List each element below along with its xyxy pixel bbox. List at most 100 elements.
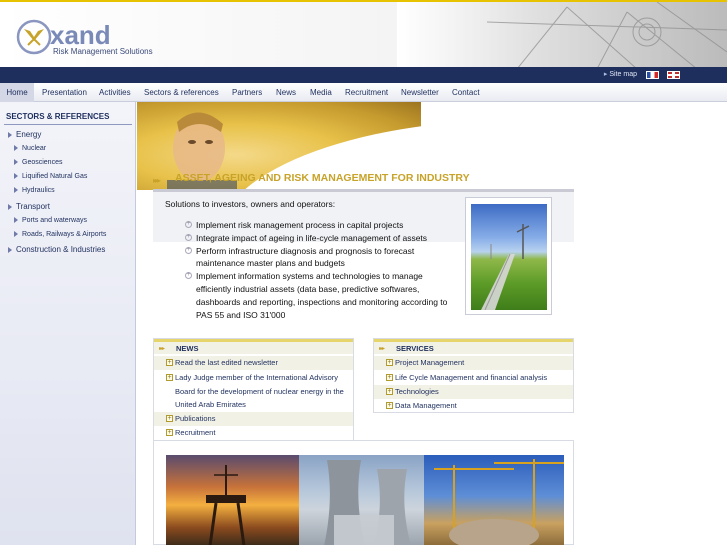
triple-arrow-icon: ▸▸▸ <box>159 346 165 352</box>
list-item: + Perform infrastructure diagnosis and pr… <box>185 245 460 271</box>
triangle-right-icon <box>8 203 12 210</box>
arrow-icon: ▸ <box>603 71 608 78</box>
intro-text: Solutions to investors, owners and opera… <box>165 199 336 209</box>
services-box: ▸▸▸ SERVICES + Project Management + Life C… <box>373 338 574 413</box>
service-item-life-cycle[interactable]: + Life Cycle Management and financial ana… <box>374 371 573 385</box>
pipeline-photo-frame <box>465 197 552 315</box>
solutions-list: + Implement risk management process in ca… <box>185 219 460 321</box>
triangle-right-icon <box>14 231 18 238</box>
news-item-text: Lady Judge member of the International A… <box>175 373 344 409</box>
news-box: ▸▸▸ NEWS + Read the last edited newslette… <box>153 338 354 441</box>
utility-bar: ▸ Site map <box>0 67 727 83</box>
sidebar-item-roads[interactable]: Roads, Railways & Airports <box>14 231 106 238</box>
list-item-text: Implement risk management process in cap… <box>196 220 404 230</box>
nav-news[interactable]: News <box>276 83 296 102</box>
logo-wordmark: xand <box>50 20 111 50</box>
services-box-header: ▸▸▸ SERVICES <box>374 339 573 354</box>
sidebar-title: SECTORS & REFERENCES <box>6 112 110 121</box>
plus-icon: + <box>166 429 173 436</box>
news-item-recruitment[interactable]: + Recruitment <box>154 426 353 440</box>
oil-platform-photo <box>166 455 306 545</box>
sidebar-item-label: Ports and waterways <box>22 217 87 224</box>
logo-mark-icon <box>16 19 52 55</box>
sidebar-item-geosciences[interactable]: Geosciences <box>14 159 62 166</box>
logo-tagline: Risk Management Solutions <box>53 47 153 56</box>
news-box-header: ▸▸▸ NEWS <box>154 339 353 354</box>
sidebar-item-label: Liquified Natural Gas <box>22 173 88 180</box>
news-item-newsletter[interactable]: + Read the last edited newsletter <box>154 356 353 370</box>
sidebar-item-label: Nuclear <box>22 145 47 152</box>
plus-icon: + <box>386 374 393 381</box>
sidebar-item-label: Construction & Industries <box>16 245 106 254</box>
triangle-right-icon <box>8 131 12 138</box>
sidebar-item-ports[interactable]: Ports and waterways <box>14 217 87 224</box>
pipeline-photo <box>471 204 547 310</box>
service-item-project-management[interactable]: + Project Management <box>374 356 573 370</box>
cooling-tower-photo <box>299 455 439 545</box>
sidebar-item-construction[interactable]: Construction & Industries <box>8 245 105 254</box>
sidebar-item-nuclear[interactable]: Nuclear <box>14 145 46 152</box>
industry-photo-strip <box>153 440 574 545</box>
service-item-data-management[interactable]: + Data Management <box>374 399 573 413</box>
triangle-right-icon <box>14 159 18 166</box>
nav-newsletter[interactable]: Newsletter <box>401 83 439 102</box>
sidebar-item-label: Roads, Railways & Airports <box>22 231 107 238</box>
sidebar-divider <box>4 124 132 125</box>
plus-icon: + <box>166 374 173 381</box>
news-item-text: Publications <box>175 414 216 423</box>
service-item-technologies[interactable]: + Technologies <box>374 385 573 399</box>
list-item-text: Integrate impact of ageing in life-cycle… <box>196 232 428 243</box>
sidebar-item-label: Hydraulics <box>22 187 55 194</box>
sectors-sidebar: SECTORS & REFERENCES Energy Nuclear Geos… <box>0 102 136 545</box>
sitemap-label: Site map <box>609 71 637 78</box>
nav-recruitment[interactable]: Recruitment <box>345 83 388 102</box>
bullet-icon: + <box>185 221 192 228</box>
triangle-right-icon <box>14 217 18 224</box>
nav-home[interactable]: Home <box>0 83 34 102</box>
list-item: + Integrate impact of ageing in life-cycl… <box>185 232 460 245</box>
news-item-publications[interactable]: + Publications <box>154 412 353 426</box>
main-navigation: Home Presentation Activities Sectors & r… <box>0 83 727 102</box>
sidebar-item-energy[interactable]: Energy <box>8 130 41 139</box>
page-headline: ASSET, AGEING AND RISK MANAGEMENT FOR IN… <box>175 172 470 184</box>
plus-icon: + <box>386 359 393 366</box>
list-item: + Implement risk management process in ca… <box>185 219 460 232</box>
bullet-icon: + <box>185 246 192 254</box>
triangle-right-icon <box>14 145 18 152</box>
sidebar-item-transport[interactable]: Transport <box>8 202 50 211</box>
nav-sectors-references[interactable]: Sectors & references <box>144 83 219 102</box>
plus-icon: + <box>386 402 393 409</box>
header-industrial-photo <box>397 2 727 67</box>
plus-icon: + <box>166 415 173 422</box>
service-item-text: Data Management <box>395 401 457 410</box>
news-item-lady-judge[interactable]: + Lady Judge member of the International … <box>154 371 353 412</box>
news-title: NEWS <box>176 344 199 353</box>
nav-contact[interactable]: Contact <box>452 83 480 102</box>
site-logo[interactable]: xand Risk Management Solutions <box>16 16 176 61</box>
english-flag-icon[interactable] <box>667 71 680 79</box>
plus-icon: + <box>166 359 173 366</box>
sidebar-item-label: Geosciences <box>22 159 63 166</box>
service-item-text: Technologies <box>395 387 439 396</box>
nav-activities[interactable]: Activities <box>99 83 131 102</box>
list-item-text: Implement information systems and techno… <box>196 271 448 320</box>
nav-presentation[interactable]: Presentation <box>42 83 87 102</box>
sidebar-item-hydraulics[interactable]: Hydraulics <box>14 187 55 194</box>
nav-partners[interactable]: Partners <box>232 83 262 102</box>
sidebar-item-lng[interactable]: Liquified Natural Gas <box>14 173 87 180</box>
bullet-icon: + <box>185 272 192 280</box>
triangle-right-icon <box>14 187 18 194</box>
services-title: SERVICES <box>396 344 434 353</box>
construction-cranes-photo <box>424 455 564 545</box>
nav-media[interactable]: Media <box>310 83 332 102</box>
list-item: + Implement information systems and techn… <box>185 270 460 321</box>
site-header: xand Risk Management Solutions <box>0 0 727 67</box>
french-flag-icon[interactable] <box>646 71 659 79</box>
service-item-text: Life Cycle Management and financial anal… <box>395 373 548 382</box>
sitemap-link[interactable]: ▸ Site map <box>604 70 637 78</box>
triangle-right-icon <box>14 173 18 180</box>
plus-icon: + <box>386 388 393 395</box>
bullet-icon: + <box>185 233 192 241</box>
sidebar-item-label: Energy <box>16 130 42 139</box>
news-item-text: Read the last edited newsletter <box>175 358 278 367</box>
